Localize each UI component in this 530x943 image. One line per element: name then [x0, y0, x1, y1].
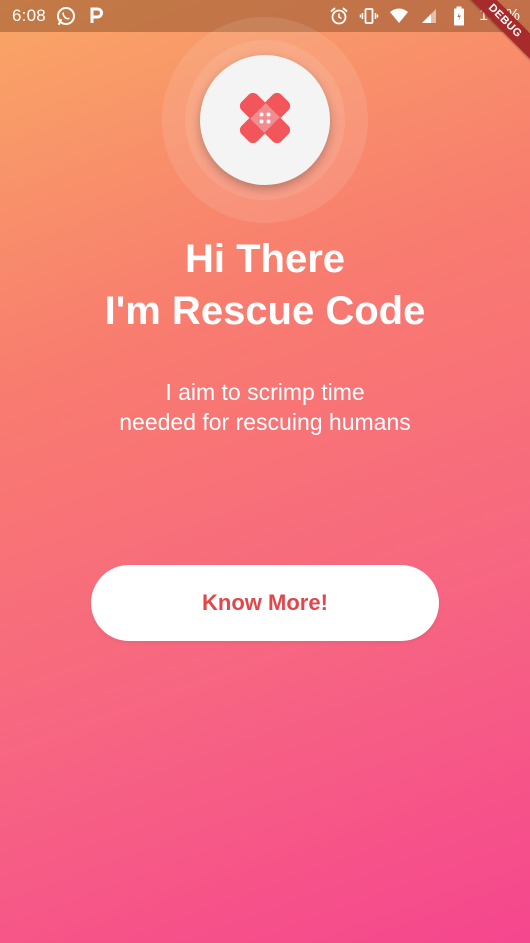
know-more-button[interactable]: Know More!: [91, 565, 439, 641]
logo: [162, 17, 368, 223]
status-left: 6:08: [12, 6, 106, 26]
logo-circle: [200, 55, 330, 185]
whatsapp-icon: [56, 6, 76, 26]
headline: Hi There I'm Rescue Code: [0, 233, 530, 337]
battery-icon: [449, 6, 469, 26]
bandage-icon: [234, 87, 296, 153]
signal-icon: [419, 6, 439, 26]
headline-line-1: Hi There: [184, 237, 346, 281]
subtitle-line-2: needed for rescuing humans: [119, 409, 411, 435]
subtitle-line-1: I aim to scrimp time: [165, 379, 365, 405]
wifi-icon: [389, 6, 409, 26]
p-notification-icon: [86, 6, 106, 26]
headline-line-2: I'm Rescue Code: [104, 289, 426, 333]
status-time: 6:08: [12, 6, 46, 25]
subtitle: I aim to scrimp time needed for rescuing…: [0, 377, 530, 437]
